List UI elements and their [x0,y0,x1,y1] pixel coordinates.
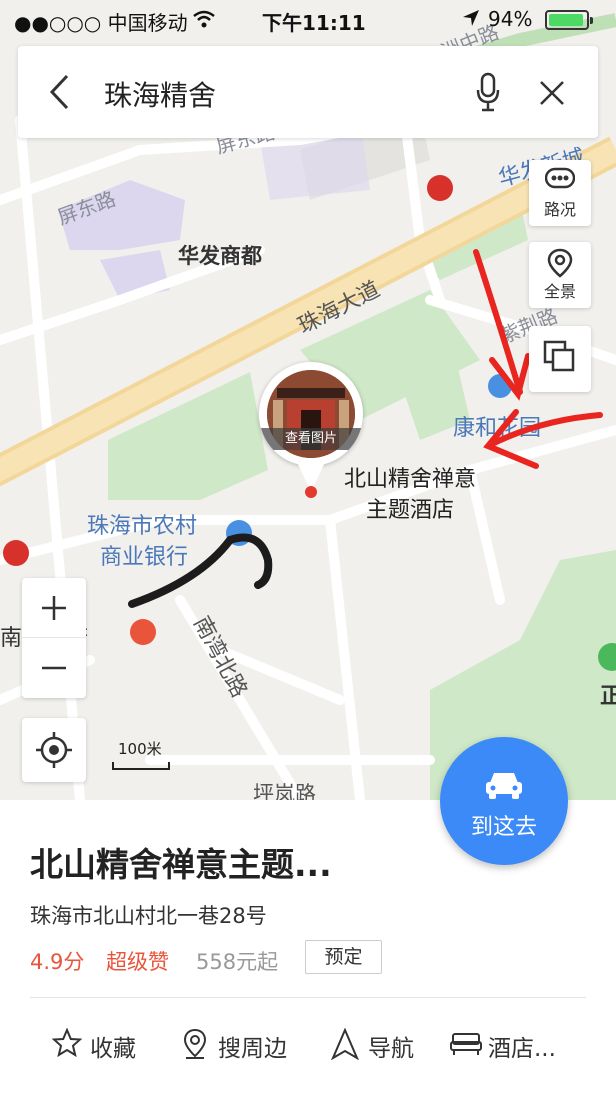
place-price: 558元起 [196,950,279,974]
nearby-label: 搜周边 [218,1036,287,1062]
map-scale: 100米 [112,738,172,772]
zoom-in-button[interactable] [22,578,86,638]
panorama-pin-icon [547,248,573,278]
place-title[interactable]: 北山精舍禅意主题... [30,838,332,886]
traffic-label: 路况 [543,200,576,219]
pin-dot [305,486,317,498]
go-here-button[interactable]: 到这去 [440,737,568,865]
favorite-button[interactable]: 收藏 [52,1022,162,1066]
search-bar: 珠海精舍 [18,46,598,138]
scale-label: 100米 [118,740,162,758]
navigate-label: 导航 [368,1036,414,1062]
nearby-pin-icon [183,1028,207,1059]
navigation-arrow-icon [331,1028,359,1060]
wifi-icon [193,10,215,28]
locate-icon [36,732,72,768]
hotel-label-line: 北山精舍禅意 [343,467,476,492]
status-bar: ●●○○○ 中国移动 下午11:11 94% [0,0,616,40]
carrier-text: ●●○○○ 中国移动 [14,11,188,35]
hotel-button[interactable]: 酒店... [450,1022,580,1066]
microphone-icon[interactable] [475,72,501,112]
hotel-label: 酒店... [488,1036,556,1062]
zoom-control [22,578,86,698]
plus-icon [42,596,66,620]
close-icon[interactable] [538,79,566,107]
location-arrow-icon [463,10,479,26]
clock: 下午11:11 [262,11,366,35]
hotel-label-line: 主题酒店 [365,498,454,523]
place-photo-bubble[interactable]: 查看图片 [259,362,363,466]
hotel-map-label[interactable]: 北山精舍禅意 主题酒店 [320,464,500,526]
view-photos-caption: 查看图片 [259,428,363,450]
bed-icon [450,1033,482,1055]
search-query[interactable]: 珠海精舍 [104,74,216,114]
traffic-button[interactable]: 路况 [529,160,591,226]
star-icon [52,1028,82,1058]
locate-me-button[interactable] [22,718,86,782]
search-nearby-button[interactable]: 搜周边 [180,1022,310,1066]
book-button[interactable]: 预定 [305,940,382,974]
place-address: 珠海市北山村北一巷28号 [30,904,267,928]
panorama-button[interactable]: 全景 [529,242,591,308]
car-icon [486,773,522,799]
layers-icon [543,340,575,372]
navigate-button[interactable]: 导航 [330,1022,440,1066]
place-rating: 4.9分 [30,950,85,974]
favorite-label: 收藏 [90,1036,136,1062]
minus-icon [42,666,66,670]
battery-icon [545,10,593,30]
layers-button[interactable] [529,326,591,392]
scale-bar [112,762,170,770]
go-here-label: 到这去 [470,815,537,840]
zoom-out-button[interactable] [22,638,86,698]
divider [30,997,586,998]
panorama-label: 全景 [543,282,576,301]
battery-percent: 94% [488,7,533,31]
place-praise: 超级赞 [106,950,169,974]
traffic-icon [545,167,575,189]
back-chevron-icon[interactable] [48,74,70,110]
